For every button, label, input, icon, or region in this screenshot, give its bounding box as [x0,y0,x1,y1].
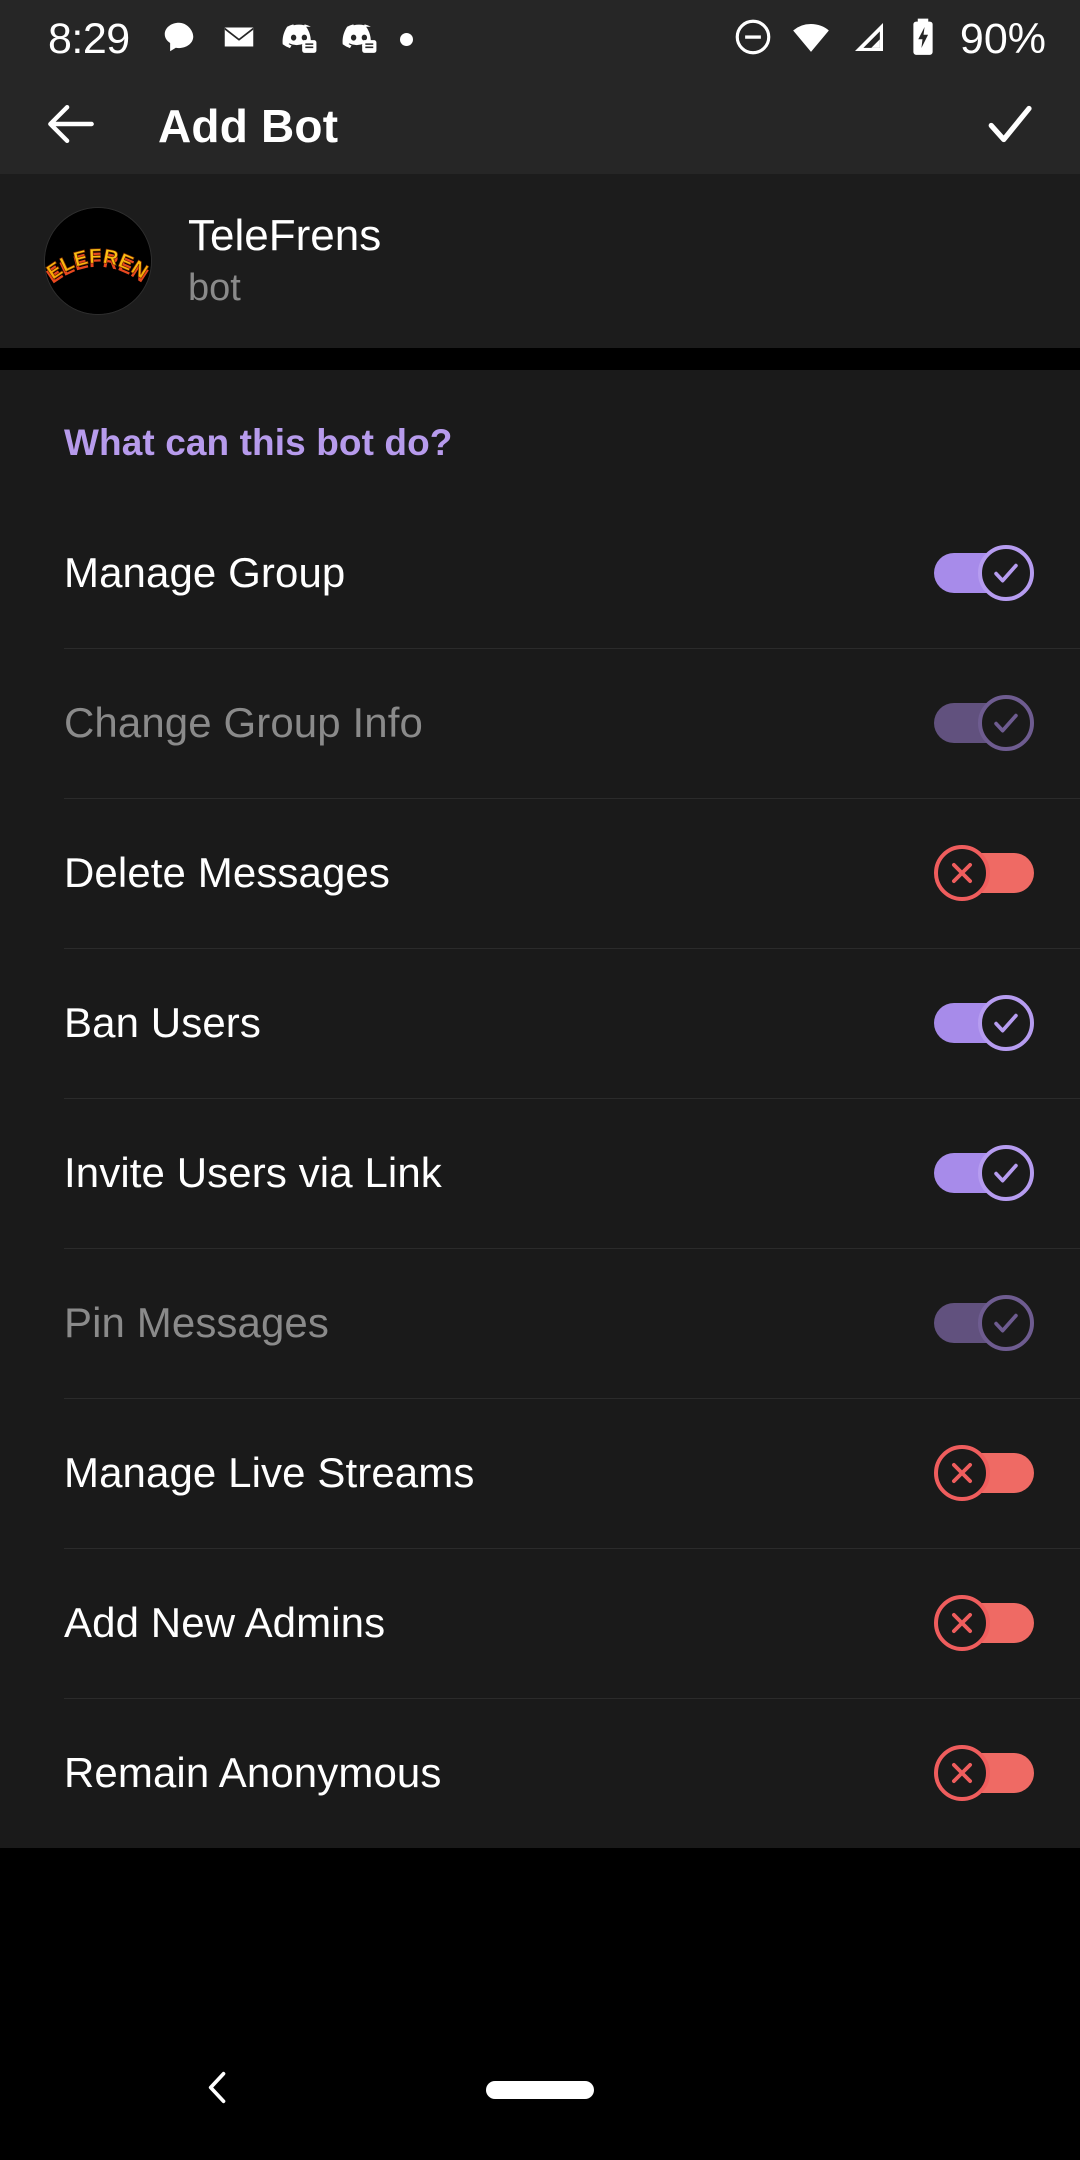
permission-row-ban-users[interactable]: Ban Users [0,948,1080,1098]
toggle-knob [978,1145,1034,1201]
check-icon [989,1306,1023,1340]
dot-indicator-icon [399,32,413,46]
permission-row-change-group-info[interactable]: Change Group Info [0,648,1080,798]
cross-icon [947,858,977,888]
section-header: What can this bot do? [64,422,453,463]
permission-toggle[interactable] [934,1445,1034,1501]
status-bar-system-icons: 90% [732,15,1046,64]
discord-icon [280,18,318,61]
chat-bubble-icon [160,18,198,61]
cross-icon [947,1608,977,1638]
bot-name: TeleFrens [188,210,382,260]
check-icon [980,94,1040,159]
permission-toggle[interactable] [934,1295,1034,1351]
permission-toggle[interactable] [934,545,1034,601]
toggle-knob [978,1295,1034,1351]
permission-toggle[interactable] [934,1595,1034,1651]
check-icon [989,1156,1023,1190]
bot-subtitle: bot [188,266,241,309]
app-toolbar: Add Bot [0,78,1080,174]
permission-row-pin-messages[interactable]: Pin Messages [0,1248,1080,1398]
check-icon [989,556,1023,590]
toggle-knob [978,695,1034,751]
permission-toggle[interactable] [934,845,1034,901]
back-button[interactable] [40,93,114,160]
wifi-icon [790,16,832,63]
permission-label: Manage Live Streams [64,1449,475,1496]
permission-row-remain-anonymous[interactable]: Remain Anonymous [0,1698,1080,1848]
permission-toggle[interactable] [934,1145,1034,1201]
nav-back-icon[interactable] [196,2066,240,2115]
permission-label: Change Group Info [64,699,423,746]
toggle-knob [978,995,1034,1051]
status-bar-clock: 8:29 [48,14,130,63]
permission-label: Remain Anonymous [64,1749,442,1796]
envelope-icon [220,18,258,61]
permission-row-manage-group[interactable]: Manage Group [0,498,1080,648]
section-divider [0,348,1080,370]
permission-label: Add New Admins [64,1599,386,1646]
permission-label: Manage Group [64,549,346,596]
avatar: TELEFRENS TELEFRENS [44,207,152,315]
permissions-list: What can this bot do? Manage Group Chang… [0,370,1080,1848]
permission-row-manage-live-streams[interactable]: Manage Live Streams [0,1398,1080,1548]
permission-toggle[interactable] [934,1745,1034,1801]
bot-header-row[interactable]: TELEFRENS TELEFRENS TeleFrens bot [0,174,1080,348]
permission-row-invite-users-via-link[interactable]: Invite Users via Link [0,1098,1080,1248]
permission-label: Pin Messages [64,1299,329,1346]
bot-meta: TeleFrens bot [188,211,381,312]
status-bar-notification-icons [160,18,413,61]
permission-row-add-new-admins[interactable]: Add New Admins [0,1548,1080,1698]
cellular-signal-icon [848,16,890,63]
discord-icon [340,18,378,61]
telefrens-logo-icon: TELEFRENS TELEFRENS [45,208,151,314]
status-bar: 8:29 90% [0,0,1080,78]
cross-icon [947,1458,977,1488]
system-navigation-bar [0,2020,1080,2160]
do-not-disturb-icon [732,16,774,63]
check-icon [989,706,1023,740]
toggle-knob [934,845,990,901]
battery-percent-label: 90% [959,14,1046,63]
permission-label: Invite Users via Link [64,1149,442,1196]
arrow-left-icon [40,93,102,160]
toggle-knob [934,1445,990,1501]
home-indicator[interactable] [486,2081,594,2099]
confirm-button[interactable] [980,94,1040,159]
page-title: Add Bot [158,100,339,152]
battery-charging-icon [906,16,940,63]
permission-label: Ban Users [64,999,261,1046]
cross-icon [947,1758,977,1788]
toggle-knob [934,1745,990,1801]
toggle-knob [934,1595,990,1651]
permission-row-delete-messages[interactable]: Delete Messages [0,798,1080,948]
permission-toggle[interactable] [934,995,1034,1051]
permission-label: Delete Messages [64,849,390,896]
toggle-knob [978,545,1034,601]
check-icon [989,1006,1023,1040]
permission-toggle[interactable] [934,695,1034,751]
